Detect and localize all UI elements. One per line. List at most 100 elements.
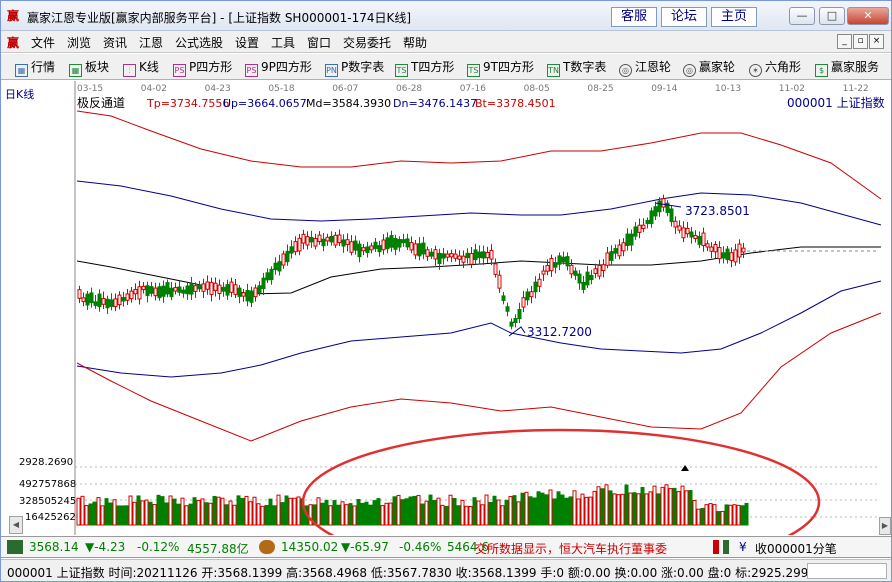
volume-bar [664, 484, 669, 526]
menu-trade[interactable]: 交易委托 [343, 34, 391, 51]
menu-browse[interactable]: 浏览 [67, 34, 91, 51]
volume-bar [728, 504, 733, 526]
kline-chart-svg[interactable]: 日K线 03-15 04-02 04-23 05-18 06-07 06-28 07-16 0… [1, 81, 891, 576]
volume-bar [648, 491, 653, 526]
volume-bar [336, 504, 341, 526]
mdi-restore-button[interactable]: ▫ [853, 34, 868, 49]
tool-blocks[interactable]: ▦ 板块 [69, 59, 109, 77]
candle-body [161, 285, 166, 297]
candle-body [541, 270, 546, 275]
volume-bar [724, 504, 729, 526]
volume-bar [672, 487, 677, 526]
tool-t-square[interactable]: TS T四方形 [395, 59, 454, 77]
minimize-button[interactable]: — [789, 7, 815, 25]
tool-kline[interactable]: ⫶ K线 [123, 59, 159, 77]
date-tick: 06-07 [332, 84, 358, 94]
kline-chart-panel[interactable]: 日K线 03-15 04-02 04-23 05-18 06-07 06-28 07-16 0… [1, 81, 891, 576]
candle-body [205, 281, 210, 290]
candle-body [281, 253, 286, 266]
tool-p-square-label: P四方形 [189, 60, 233, 74]
candle-body [513, 318, 518, 324]
volume-bar [224, 504, 229, 526]
menu-tools[interactable]: 工具 [271, 34, 295, 51]
tool-9p-square[interactable]: PS 9P四方形 [245, 59, 312, 77]
menu-settings[interactable]: 设置 [235, 34, 259, 51]
tick-data-label[interactable]: 收000001分笔 [755, 540, 837, 557]
close-button[interactable]: ✕ [847, 7, 889, 25]
candle-body [597, 264, 602, 277]
index1-amount: 4557.88亿 [187, 542, 249, 556]
volume-bar [548, 489, 553, 526]
tp-band [76, 110, 882, 200]
candle-body [329, 235, 334, 243]
tool-winner-wheel[interactable]: ◎ 赢家轮 [683, 59, 735, 77]
tool-service[interactable]: $ 赢家服务 [815, 59, 879, 77]
menu-formula[interactable]: 公式选股 [175, 34, 223, 51]
status-panel [807, 563, 887, 579]
candle-body [289, 246, 294, 254]
mdi-minimize-button[interactable]: _ [837, 34, 852, 49]
volume-bar [572, 490, 577, 526]
volume-bar [696, 508, 701, 526]
tool-9t-square[interactable]: TS 9T四方形 [467, 59, 534, 77]
tool-quotes[interactable]: ▦ 行情 [15, 59, 55, 77]
tool-hexagon[interactable]: ✶ 六角形 [749, 59, 801, 77]
candle-body [497, 274, 502, 289]
menu-info[interactable]: 资讯 [103, 34, 127, 51]
volume-bar [448, 494, 453, 526]
volume-bar [496, 499, 501, 526]
volume-bar [656, 493, 661, 526]
candle-body [421, 242, 426, 255]
candle-body [737, 243, 742, 258]
dn-band [76, 280, 882, 378]
menu-help[interactable]: 帮助 [403, 34, 427, 51]
news-ticker[interactable]: 交所数据显示，恒大汽车执行董事委 [475, 540, 667, 557]
menu-window[interactable]: 窗口 [307, 34, 331, 51]
tool-p-table[interactable]: PN P数字表 [325, 59, 384, 77]
volume-bar [272, 505, 277, 526]
candle-body [577, 273, 582, 284]
chart-scroll-left-button[interactable]: ◀ [9, 516, 23, 534]
candle-body [137, 286, 142, 300]
volume-bar [356, 499, 361, 526]
candle-body [561, 256, 566, 263]
homepage-link[interactable]: 主页 [711, 7, 757, 27]
ps-icon: PS [173, 64, 186, 77]
date-tick: 05-18 [268, 84, 294, 94]
candle-body [673, 220, 678, 228]
volume-bar [352, 505, 357, 526]
customer-service-link[interactable]: 客服 [611, 7, 657, 27]
volume-bar [172, 498, 177, 526]
maximize-button[interactable]: □ [819, 7, 845, 25]
tool-p-square[interactable]: PS P四方形 [173, 59, 233, 77]
window-title: 赢家江恩专业版[赢家内部服务平台] - [上证指数 SH000001-174日K… [27, 11, 412, 25]
menu-logo-icon: 赢 [7, 36, 20, 50]
forum-link[interactable]: 论坛 [661, 7, 707, 27]
candle-body [373, 241, 378, 250]
candle-body [121, 297, 126, 302]
candle-body [225, 284, 230, 296]
candle-body [441, 253, 446, 259]
volume-bar [188, 503, 193, 526]
menu-gann[interactable]: 江恩 [139, 34, 163, 51]
volume-bar [516, 501, 521, 526]
volume-bar [248, 501, 253, 526]
volume-bar [652, 485, 657, 526]
candle-body [385, 237, 390, 250]
tool-gann-wheel[interactable]: ◎ 江恩轮 [619, 59, 671, 77]
candle-body [241, 292, 246, 297]
candle-body [125, 293, 130, 301]
volume-tick-4: 164252623 [25, 512, 82, 523]
chart-scroll-right-button[interactable]: ▶ [879, 517, 891, 535]
menu-file[interactable]: 文件 [31, 34, 55, 51]
candle-body [157, 286, 162, 299]
volume-bar [316, 497, 321, 526]
candle-body [337, 234, 342, 244]
candle-body [297, 237, 302, 252]
volume-bar [128, 495, 133, 526]
candle-body [293, 241, 298, 253]
tool-t-table[interactable]: TN T数字表 [547, 59, 606, 77]
volume-bar [200, 498, 205, 526]
mdi-close-button[interactable]: × [869, 34, 884, 49]
up-value: Up=3664.0657 [223, 97, 307, 110]
